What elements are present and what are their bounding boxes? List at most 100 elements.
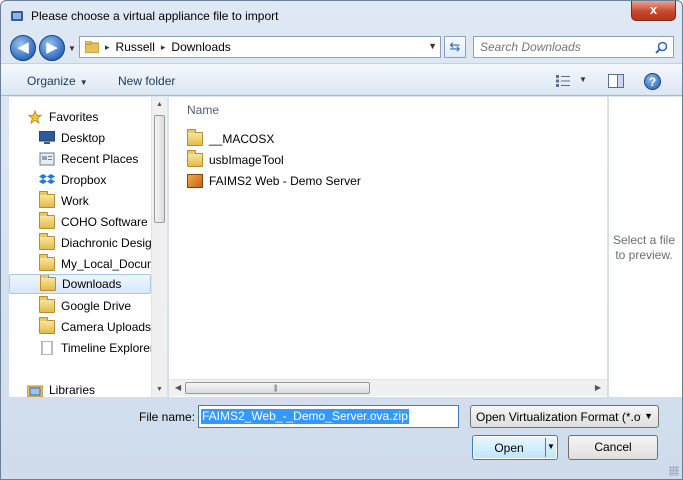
sidebar-item-label: Camera Uploads xyxy=(61,320,151,334)
back-button[interactable]: ◀ xyxy=(10,35,36,61)
resize-grip-icon[interactable] xyxy=(669,466,679,476)
folder-icon xyxy=(39,191,55,208)
preview-pane-icon[interactable] xyxy=(608,74,624,88)
refresh-icon: ⇆ xyxy=(449,39,461,54)
chevron-down-icon[interactable]: ▼ xyxy=(547,442,555,451)
open-button[interactable]: Open ▼ xyxy=(472,435,558,460)
breadcrumb-russell[interactable]: Russell xyxy=(116,40,155,54)
sidebar-item-label: Timeline Explorer xyxy=(61,341,151,355)
window-title: Please choose a virtual appliance file t… xyxy=(31,9,279,23)
navigation-pane: Favorites Desktop Recent Places Dropbox … xyxy=(9,97,167,397)
scroll-thumb[interactable] xyxy=(154,115,165,223)
sidebar-item-label: Desktop xyxy=(61,131,106,145)
file-item-label: usbImageTool xyxy=(209,153,284,167)
sidebar-item-label: My_Local_Documents xyxy=(61,257,151,271)
chevron-right-icon[interactable]: ▸ xyxy=(105,42,110,53)
sidebar-item-label: COHO Software xyxy=(61,215,148,229)
grip-icon: ||| xyxy=(274,385,278,392)
chevron-down-icon[interactable]: ▼ xyxy=(428,41,437,51)
sidebar-item-label: Downloads xyxy=(62,277,122,291)
downloads-icon xyxy=(40,275,56,291)
sidebar-item-label: Diachronic Design xyxy=(61,236,151,250)
file-item-label: FAIMS2 Web - Demo Server xyxy=(209,174,361,188)
sidebar-item-desktop[interactable]: Desktop xyxy=(9,128,151,148)
sidebar-item-downloads[interactable]: Downloads xyxy=(9,274,151,294)
open-button-label: Open xyxy=(494,441,524,455)
organize-button[interactable]: Organize ▼ xyxy=(27,74,88,88)
sidebar-item-label: Dropbox xyxy=(61,173,107,187)
help-icon[interactable]: ? xyxy=(644,73,661,90)
file-name-label: File name: xyxy=(139,410,196,424)
folder-icon xyxy=(39,212,55,229)
virtual-appliance-icon xyxy=(187,174,203,188)
scroll-left-icon[interactable]: ◀ xyxy=(175,383,181,392)
list-item[interactable]: __MACOSX xyxy=(187,129,274,149)
file-list: Name __MACOSX usbImageTool FAIMS2 Web - … xyxy=(169,97,607,397)
sidebar-item-coho-software[interactable]: COHO Software xyxy=(9,212,151,232)
dropbox-icon xyxy=(39,174,55,184)
preview-message: Select a file to preview. xyxy=(612,233,676,262)
sidebar-item-label: Google Drive xyxy=(61,299,132,313)
sidebar-item-dropbox[interactable]: Dropbox xyxy=(9,170,151,190)
back-arrow-icon: ◀ xyxy=(17,39,29,56)
sidebar-scrollbar[interactable]: ▲ ▼ xyxy=(151,97,167,397)
search-icon[interactable] xyxy=(655,41,668,54)
sidebar-item-my-local-documents[interactable]: My_Local_Documents xyxy=(9,254,151,274)
folder-icon xyxy=(85,41,99,53)
sidebar-item-work[interactable]: Work xyxy=(9,191,151,211)
sidebar-item-label: Libraries xyxy=(49,383,96,397)
forward-arrow-icon: ▶ xyxy=(46,39,58,56)
sidebar-item-timeline-explorer[interactable]: Timeline Explorer xyxy=(9,338,151,358)
chevron-right-icon[interactable]: ▸ xyxy=(161,42,166,53)
search-input[interactable] xyxy=(480,40,650,54)
forward-button[interactable]: ▶ xyxy=(39,35,65,61)
refresh-button[interactable]: ⇆ xyxy=(444,36,466,58)
virtualbox-app-icon xyxy=(11,11,23,21)
column-header-name[interactable]: Name xyxy=(187,103,219,117)
star-icon xyxy=(27,110,43,124)
chevron-down-icon: ▼ xyxy=(79,78,88,87)
title-bar: Please choose a virtual appliance file t… xyxy=(1,1,682,31)
breadcrumb-downloads[interactable]: Downloads xyxy=(171,40,230,54)
list-item[interactable]: FAIMS2 Web - Demo Server xyxy=(187,171,361,191)
sidebar-item-label: Work xyxy=(61,194,89,208)
command-bar: Organize ▼ New folder ▼ ? xyxy=(1,63,682,96)
sidebar-item-diachronic-design[interactable]: Diachronic Design xyxy=(9,233,151,253)
close-icon: x xyxy=(649,2,658,17)
sidebar-item-favorites[interactable]: Favorites xyxy=(9,107,151,127)
folder-icon xyxy=(39,254,55,271)
sidebar-item-libraries[interactable]: Libraries xyxy=(9,380,151,400)
close-button[interactable]: x xyxy=(631,1,676,21)
file-dialog-window: Please choose a virtual appliance file t… xyxy=(0,0,683,480)
file-type-select[interactable]: Open Virtualization Format (*.ova;*.ovf)… xyxy=(470,405,659,428)
organize-label: Organize xyxy=(27,74,76,88)
scroll-up-icon[interactable]: ▲ xyxy=(156,101,163,108)
file-list-horizontal-scrollbar[interactable]: ◀ ||| ▶ xyxy=(169,379,607,396)
change-view-icon[interactable] xyxy=(556,75,570,87)
chevron-down-icon[interactable]: ▼ xyxy=(579,75,587,84)
folder-icon xyxy=(187,150,203,167)
recent-pages-dropdown-icon[interactable]: ▼ xyxy=(68,44,76,53)
file-item-label: __MACOSX xyxy=(209,132,275,146)
scroll-thumb[interactable]: ||| xyxy=(185,382,370,394)
sidebar-item-camera-uploads[interactable]: Camera Uploads xyxy=(9,317,151,337)
preview-pane: Select a file to preview. xyxy=(608,97,682,397)
new-folder-button[interactable]: New folder xyxy=(118,74,175,88)
sidebar-item-recent-places[interactable]: Recent Places xyxy=(9,149,151,169)
cancel-button[interactable]: Cancel xyxy=(568,435,658,460)
document-icon xyxy=(41,341,53,355)
scroll-down-icon[interactable]: ▼ xyxy=(156,386,163,393)
sidebar-item-google-drive[interactable]: Google Drive xyxy=(9,296,151,316)
folder-icon xyxy=(39,233,55,250)
address-bar[interactable]: ▸ Russell ▸ Downloads ▼ xyxy=(79,36,441,58)
list-item[interactable]: usbImageTool xyxy=(187,150,284,170)
scroll-right-icon[interactable]: ▶ xyxy=(595,383,601,392)
folder-icon xyxy=(187,129,203,146)
file-name-input[interactable]: FAIMS2_Web_-_Demo_Server.ova.zip xyxy=(201,409,409,424)
recent-places-icon xyxy=(39,152,55,166)
file-name-field[interactable]: FAIMS2_Web_-_Demo_Server.ova.zip xyxy=(198,405,459,428)
libraries-icon xyxy=(27,385,43,397)
search-box[interactable] xyxy=(473,36,674,58)
chevron-down-icon: ▼ xyxy=(644,411,653,421)
folder-icon xyxy=(39,296,55,313)
